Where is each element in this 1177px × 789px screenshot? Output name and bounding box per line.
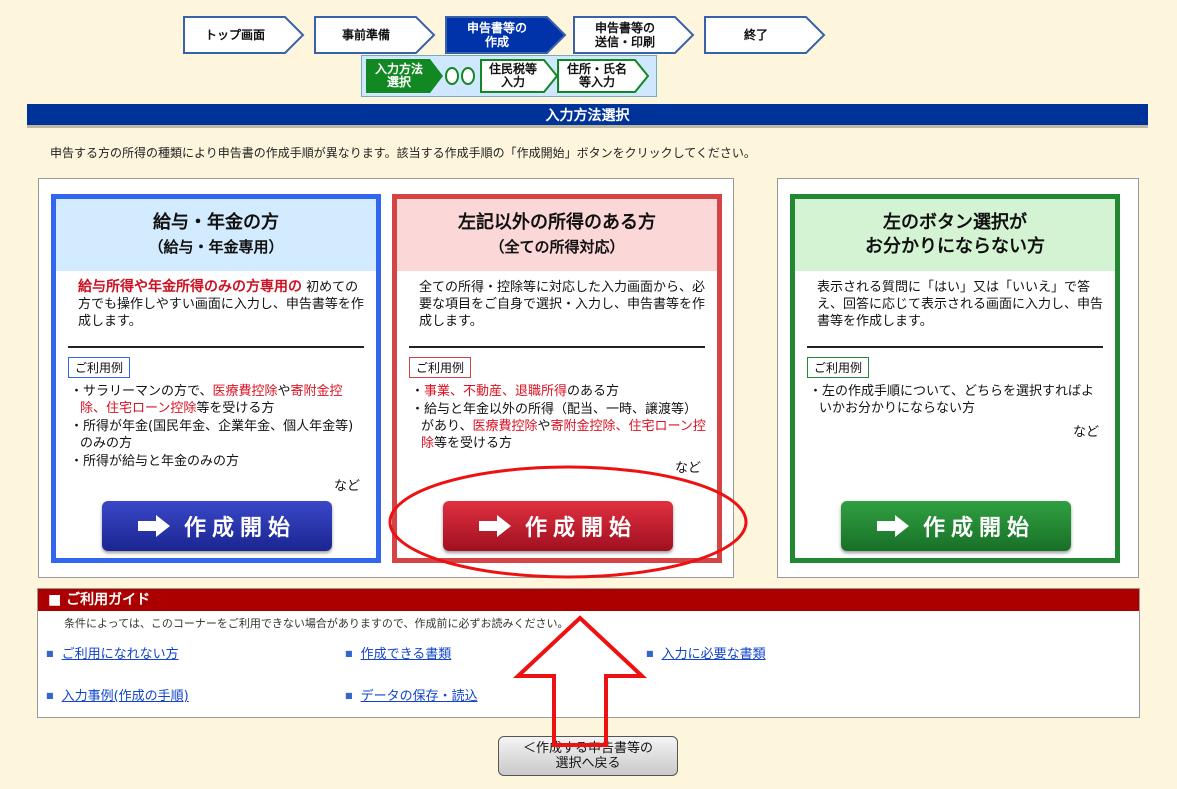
step-preparation: 事前準備 [314,16,436,54]
arrow-right-icon [137,515,170,537]
divider [807,346,1103,348]
arrow-right-icon [478,515,511,537]
step-label: 事前準備 [341,28,390,42]
text: サラリーマンの方で、 [83,384,213,399]
card-header: 左記以外の所得のある方 （全ての所得対応） [397,199,717,271]
guide-header: ■ ご利用ガイド [38,589,1139,611]
card-description-emphasis: 給与所得や年金所得のみの方専用の [78,279,302,295]
step-end: 終了 [704,16,826,54]
usage-example-label: ご利用例 [409,357,472,378]
link-creatable-documents[interactable]: 作成できる書類 [345,643,452,662]
substep-address-name: 住所・氏名 等入力 [557,59,649,93]
substep-input-method: 入力方法 選択 [366,59,444,93]
card-subtitle: （給与・年金専用） [148,238,284,256]
link-input-examples[interactable]: 入力事例(作成の手順) [46,685,189,704]
button-label: 作成開始 [922,516,1035,541]
card-header: 左のボタン選択が お分かりにならない方 [795,199,1115,271]
text: や [277,384,291,399]
card-header: 給与・年金の方 （給与・年金専用） [56,199,376,271]
substep-resident-tax: 住民税等 入力 [480,59,558,93]
list-item: ・サラリーマンの方で、医療費控除や寄附金控除、住宅ローン控除等を受ける方 [70,384,343,416]
usage-example-list: ・サラリーマンの方で、医療費控除や寄附金控除、住宅ローン控除等を受ける方 ・所得… [70,383,366,471]
etc-text: など [674,461,701,476]
step-label: 申告書等の 作成 [466,21,527,49]
list-item: ・事業、不動産、退職所得のある方 [411,384,620,399]
card-subtitle: お分かりにならない方 [865,236,1045,257]
list-item: ・所得が年金(国民年金、企業年金、個人年金等)のみの方 [70,419,354,451]
step-top: トップ画面 [183,16,305,54]
link-required-documents[interactable]: 入力に必要な書類 [646,643,766,662]
progress-dots [445,67,475,85]
substep-label: 住所・氏名 等入力 [566,62,627,89]
start-button-not-sure[interactable]: 作成開始 [841,501,1071,551]
text: 所得が年金(国民年金、企業年金、個人年金等)のみの方 [80,419,354,451]
sub-step-navigation: 入力方法 選択 住民税等 入力 住所・氏名 等入力 [361,55,657,97]
etc-text: など [333,479,360,494]
card-title: 給与・年金の方 [153,212,279,233]
card-subtitle: （全ての所得対応） [489,238,625,256]
card-other-income: 左記以外の所得のある方 （全ての所得対応） 全ての所得・控除等に対応した入力画面… [392,194,722,563]
card-not-sure: 左のボタン選択が お分かりにならない方 表示される質問に「はい」又は「いいえ」で… [790,194,1120,563]
page-title: 入力方法選択 [27,104,1148,128]
guide-title: ご利用ガイド [66,592,151,608]
text: 等を受ける方 [196,401,275,416]
divider [409,346,705,348]
text: 等を受ける方 [434,436,513,451]
highlight-text: 医療費控除 [472,419,538,434]
guide-note: 条件によっては、このコーナーをご利用できない場合がありますので、作成前に必ずお読… [64,617,569,630]
progress-dot [461,67,475,85]
text: 所得が給与と年金のみの方 [83,454,240,469]
usage-guide: ■ ご利用ガイド 条件によっては、このコーナーをご利用できない場合がありますので… [37,588,1140,718]
step-send-print: 申告書等の 送信・印刷 [573,16,695,54]
step-label: 申告書等の 送信・印刷 [594,21,655,49]
progress-dot [445,67,459,85]
intro-text: 申告する方の所得の種類により申告書の作成手順が異なります。該当する作成手順の「作… [50,146,756,160]
step-label: 終了 [743,28,768,42]
highlight-text: 医療費控除 [212,384,278,399]
list-item: ・所得が給与と年金のみの方 [70,454,240,469]
start-button-other[interactable]: 作成開始 [443,501,673,551]
card-title: 左のボタン選択が [883,212,1027,233]
usage-example-list: ・事業、不動産、退職所得のある方 ・給与と年金以外の所得（配当、一時、譲渡等）が… [411,383,707,453]
list-item: ・左の作成手順について、どちらを選択すればよいかお分かりにならない方 [809,384,1094,416]
card-description: 全ての所得・控除等に対応した入力画面から、必要な項目をご自身で選択・入力し、申告… [419,280,706,329]
card-description: 表示される質問に「はい」又は「いいえ」で答え、回答に応じて表示される画面に入力し… [817,280,1104,329]
start-button-salary[interactable]: 作成開始 [102,501,332,551]
card-description: 給与所得や年金所得のみの方専用の 初めての方でも操作しやすい画面に入力し、申告書… [78,279,364,330]
etc-text: など [1072,425,1099,440]
button-label: 作成開始 [183,516,296,541]
step-label: トップ画面 [204,28,265,42]
divider [68,346,364,348]
back-to-document-select-button[interactable]: ＜作成する申告書等の 選択へ戻る [498,736,678,776]
usage-example-list: ・左の作成手順について、どちらを選択すればよいかお分かりにならない方 [809,383,1105,418]
list-item: ・給与と年金以外の所得（配当、一時、譲渡等）があり、医療費控除や寄附金控除、住宅… [411,402,706,451]
text: や [537,419,551,434]
text: のある方 [567,384,620,399]
text: 左の作成手順について、どちらを選択すればよいかお分かりにならない方 [819,384,1094,416]
arrow-right-icon [876,515,909,537]
step-navigation: トップ画面 事前準備 申告書等の 作成 申告書等の 送信・印刷 終了 [183,16,843,54]
substep-label: 住民税等 入力 [488,62,537,89]
card-title: 左記以外の所得のある方 [458,212,656,233]
card-salary-pension: 給与・年金の方 （給与・年金専用） 給与所得や年金所得のみの方専用の 初めての方… [51,194,381,563]
link-not-eligible[interactable]: ご利用になれない方 [46,643,179,662]
button-label: 作成開始 [524,516,637,541]
substep-label: 入力方法 選択 [374,62,423,89]
usage-example-label: ご利用例 [68,357,131,378]
step-create: 申告書等の 作成 [445,16,567,54]
usage-example-label: ご利用例 [807,357,870,378]
link-data-save-load[interactable]: データの保存・読込 [345,685,478,704]
highlight-text: 事業、不動産、退職所得 [424,384,568,399]
